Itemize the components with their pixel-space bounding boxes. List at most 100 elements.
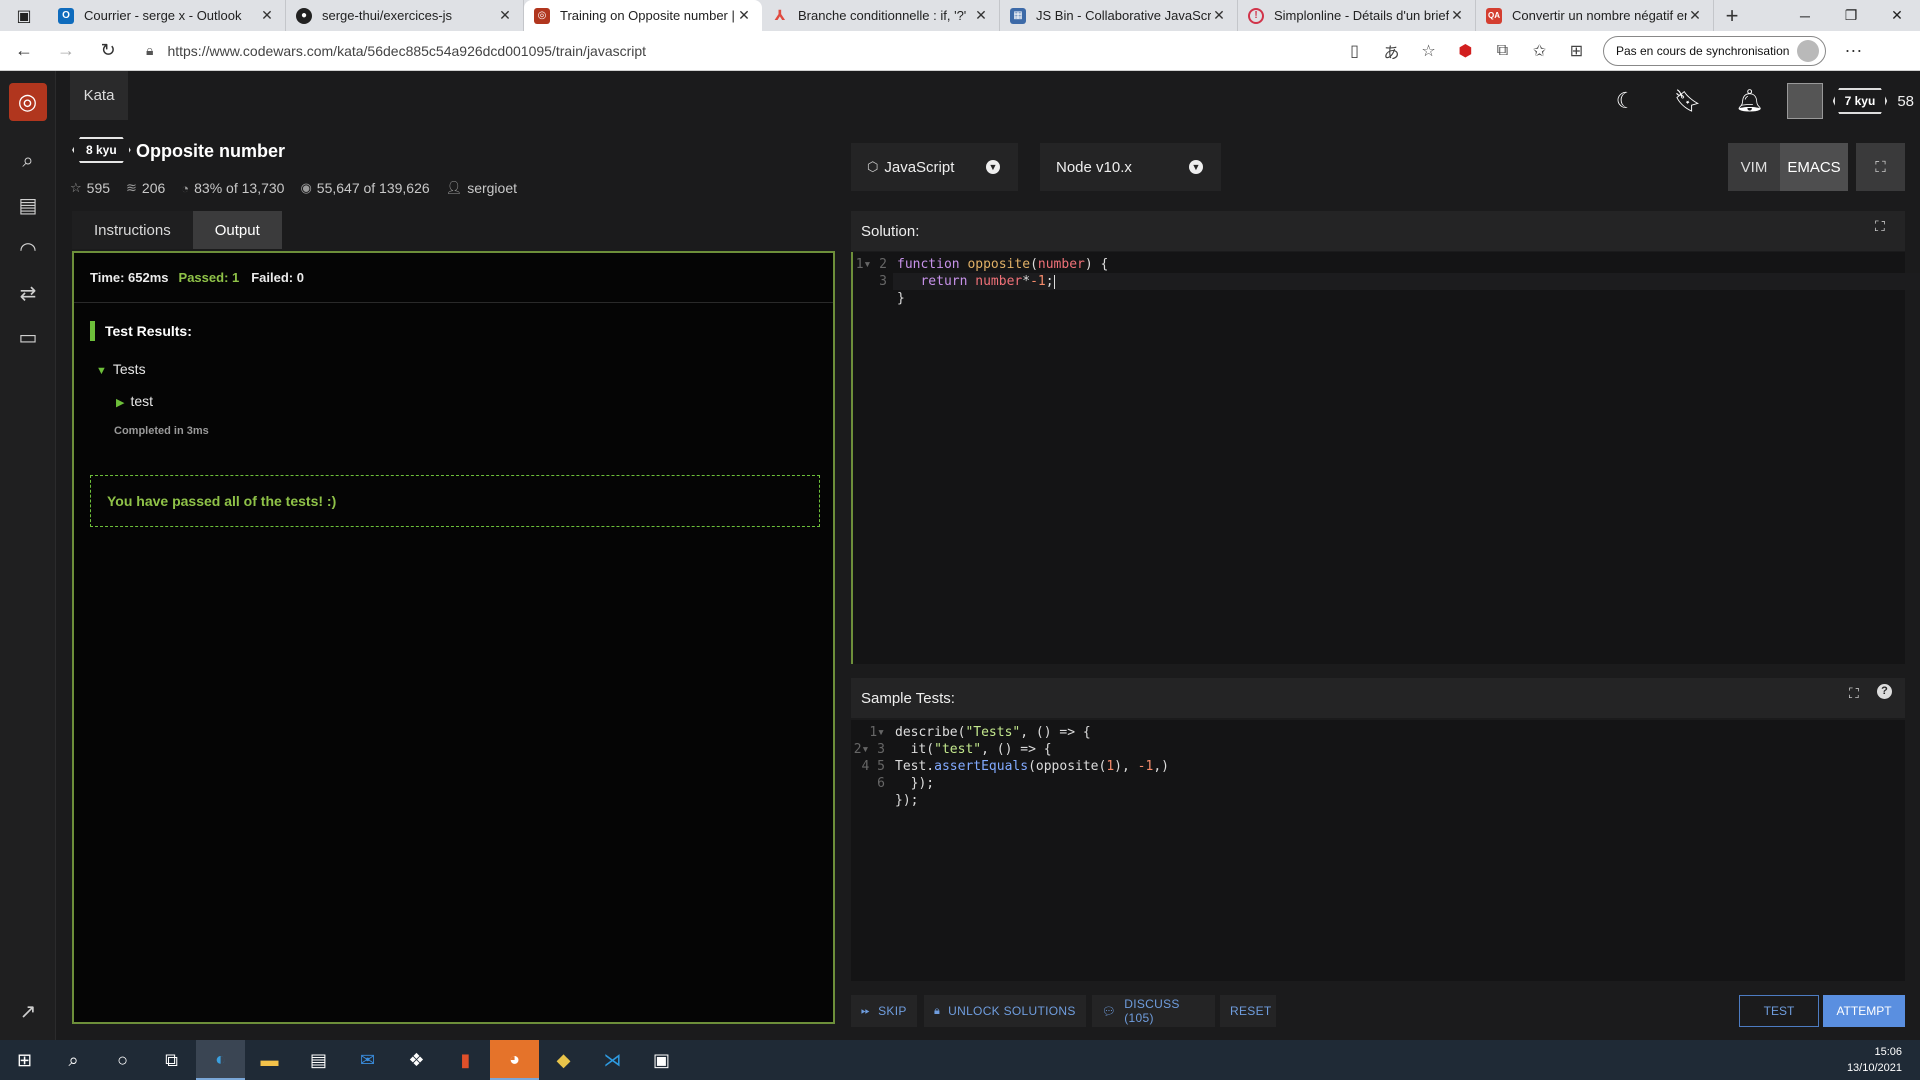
vim-mode-button[interactable]: VIM [1728, 143, 1780, 191]
browser-tab-simplonline[interactable]: ! Simplonline - Détails d'un brief ✕ [1238, 0, 1476, 31]
collapsed-triangle-icon: ▶ [116, 397, 125, 409]
book-icon[interactable]: ▤ [0, 183, 56, 227]
satisfaction-icon: ◔ [181, 180, 190, 196]
tab-actions-icon[interactable]: ▣ [0, 0, 48, 31]
favorites-icon[interactable]: ✩ [1521, 41, 1558, 61]
extension-adblock-icon[interactable]: ⬢ [1447, 41, 1484, 61]
browser-tab-qa[interactable]: QA Convertir un nombre négatif en ✕ [1476, 0, 1714, 31]
kata-stats: ☆ 595 ≋ 206 ◔ 83% of 13,730 ◉ 55,647 of 139,… [70, 180, 533, 196]
discuss-button[interactable]: 💬︎ DISCUSS (105) [1092, 995, 1215, 1027]
browser-tab-jsbin[interactable]: ▦ JS Bin - Collaborative JavaScript ✕ [1000, 0, 1238, 31]
new-tab-button[interactable]: + [1714, 0, 1750, 31]
runtime-value: Node v10.x [1056, 158, 1132, 176]
bookmark-icon[interactable]: 🔖︎ [1657, 88, 1719, 114]
test-item[interactable]: ▶ test [116, 393, 153, 409]
star-icon: ☆ [70, 180, 82, 195]
restore-icon[interactable]: ❐ [1828, 0, 1874, 31]
discord-icon[interactable]: ◕ [490, 1040, 539, 1080]
close-window-icon[interactable]: ✕ [1874, 0, 1920, 31]
test-button[interactable]: TEST [1739, 995, 1819, 1027]
practice-icon[interactable]: ⇄ [0, 271, 56, 315]
task-view-icon[interactable]: ⧉ [147, 1040, 196, 1080]
windows-start-icon[interactable]: ⊞ [0, 1040, 49, 1080]
tab-output[interactable]: Output [192, 211, 282, 249]
add-favorite-icon[interactable]: ☆ [1410, 41, 1447, 61]
close-tab-icon[interactable]: ✕ [1449, 7, 1465, 24]
runtime-select[interactable]: Node v10.x ▼ [1040, 143, 1221, 191]
close-tab-icon[interactable]: ✕ [736, 7, 752, 24]
git-icon[interactable]: ◆ [539, 1040, 588, 1080]
codewars-logo-icon[interactable]: ◎ [8, 83, 47, 121]
feed-icon[interactable]: ◠ [0, 227, 56, 271]
reader-mode-icon[interactable]: ▯ [1336, 41, 1373, 61]
close-tab-icon[interactable]: ✕ [497, 7, 513, 24]
expand-tests-icon[interactable]: ⛶ [1849, 685, 1859, 702]
refresh-icon[interactable]: ↻ [90, 35, 126, 67]
trending-icon[interactable]: ↗ [0, 989, 56, 1033]
moon-icon[interactable]: ☾ [1595, 88, 1657, 114]
sync-status-button[interactable]: Pas en cours de synchronisation [1603, 35, 1827, 66]
test-group[interactable]: ▼ Tests [96, 361, 146, 377]
chevron-down-icon: ▼ [986, 160, 1000, 174]
office-icon[interactable]: ▮ [441, 1040, 490, 1080]
search-icon[interactable]: ⌕ [0, 139, 56, 183]
bell-icon[interactable]: 🔔︎ [1719, 88, 1781, 114]
skip-label: SKIP [878, 1004, 907, 1018]
solution-code: function opposite(number) { return numbe… [897, 257, 1109, 306]
forward-icon[interactable]: → [48, 35, 84, 67]
sidebar: ◎ ⌕ ▤ ◠ ⇄ ▭ ↗ [0, 71, 56, 1041]
javascript-info-icon: ⅄ [774, 7, 786, 23]
language-value: JavaScript [884, 158, 955, 176]
browser-tab-github[interactable]: ● serge-thui/exercices-js ✕ [286, 0, 524, 31]
mail-icon[interactable]: ✉ [343, 1040, 392, 1080]
discuss-icon[interactable]: ▭ [0, 315, 56, 359]
search-icon[interactable]: ⌕ [49, 1040, 98, 1080]
more-options-icon[interactable]: ··· [1844, 40, 1862, 61]
close-tab-icon[interactable]: ✕ [259, 7, 275, 24]
github-icon: ● [296, 7, 312, 24]
user-avatar[interactable] [1786, 83, 1823, 119]
language-select[interactable]: ⬡ JavaScript ▼ [851, 143, 1018, 191]
file-explorer-icon[interactable]: ▬ [245, 1040, 294, 1080]
completions-icon: ◉ [300, 180, 312, 195]
vscode-icon[interactable]: ⋊ [588, 1040, 637, 1080]
sample-tests-editor[interactable]: 1▾ 2▾ 3 4 5 6 describe("Tests", () => { … [851, 720, 1905, 981]
tab-instructions[interactable]: Instructions [72, 211, 193, 249]
completions-count: 55,647 of 139,626 [316, 180, 430, 196]
help-icon[interactable]: ? [1877, 684, 1892, 699]
cortana-icon[interactable]: ○ [98, 1040, 147, 1080]
close-tab-icon[interactable]: ✕ [1687, 7, 1703, 24]
output-panel: Time: 652ms Passed: 1 Failed: 0 Test Res… [72, 251, 835, 1024]
fullscreen-icon[interactable]: ⛶ [1856, 143, 1905, 191]
close-tab-icon[interactable]: ✕ [1211, 7, 1227, 24]
store-icon[interactable]: ▤ [294, 1040, 343, 1080]
lock-icon: 🔒︎ [934, 1004, 941, 1017]
minimize-icon[interactable]: ─ [1782, 0, 1828, 31]
back-icon[interactable]: ← [6, 35, 42, 67]
browser-tab-javascript-info[interactable]: ⅄ Branche conditionnelle : if, '?' ✕ [762, 0, 1000, 31]
solution-editor[interactable]: 1▾ 2 3 function opposite(number) { retur… [851, 252, 1920, 664]
app-icon[interactable]: ▣ [637, 1040, 686, 1080]
expand-solution-icon[interactable]: ⛶ [1875, 218, 1885, 235]
collections-icon[interactable]: ⊞ [1558, 41, 1595, 61]
emacs-mode-button[interactable]: EMACS [1780, 143, 1848, 191]
edge-icon[interactable]: ◐ [196, 1040, 245, 1080]
system-clock[interactable]: 15:06 13/10/2021 [1847, 1044, 1902, 1076]
attempt-button[interactable]: ATTEMPT [1823, 995, 1905, 1027]
taskbar: ⊞ ⌕ ○ ⧉ ◐ ▬ ▤ ✉ ❖ ▮ ◕ ◆ ⋊ ▣ 15:06 13/10/… [0, 1040, 1920, 1080]
author-name[interactable]: sergioet [467, 180, 517, 196]
browser-tab-codewars[interactable]: ◎ Training on Opposite number | C ✕ [524, 0, 762, 31]
translate-icon[interactable]: あ [1373, 39, 1410, 63]
kata-link[interactable]: Kata [70, 71, 128, 120]
failed-count: Failed: 0 [251, 270, 304, 285]
browser-tab-outlook[interactable]: O Courrier - serge x - Outlook ✕ [48, 0, 286, 31]
unlock-solutions-button[interactable]: 🔒︎ UNLOCK SOLUTIONS [924, 995, 1086, 1027]
extensions-icon[interactable]: ⧉ [1484, 42, 1521, 60]
author-icon: 👤︎ [445, 180, 463, 195]
skip-button[interactable]: ⏩︎ SKIP [851, 995, 917, 1027]
close-tab-icon[interactable]: ✕ [973, 7, 989, 24]
dropbox-icon[interactable]: ❖ [392, 1040, 441, 1080]
reset-button[interactable]: RESET [1220, 995, 1276, 1027]
skip-icon: ⏩︎ [861, 1004, 871, 1017]
url-field[interactable]: 🔒︎ https://www.codewars.com/kata/56dec88… [146, 35, 1336, 67]
